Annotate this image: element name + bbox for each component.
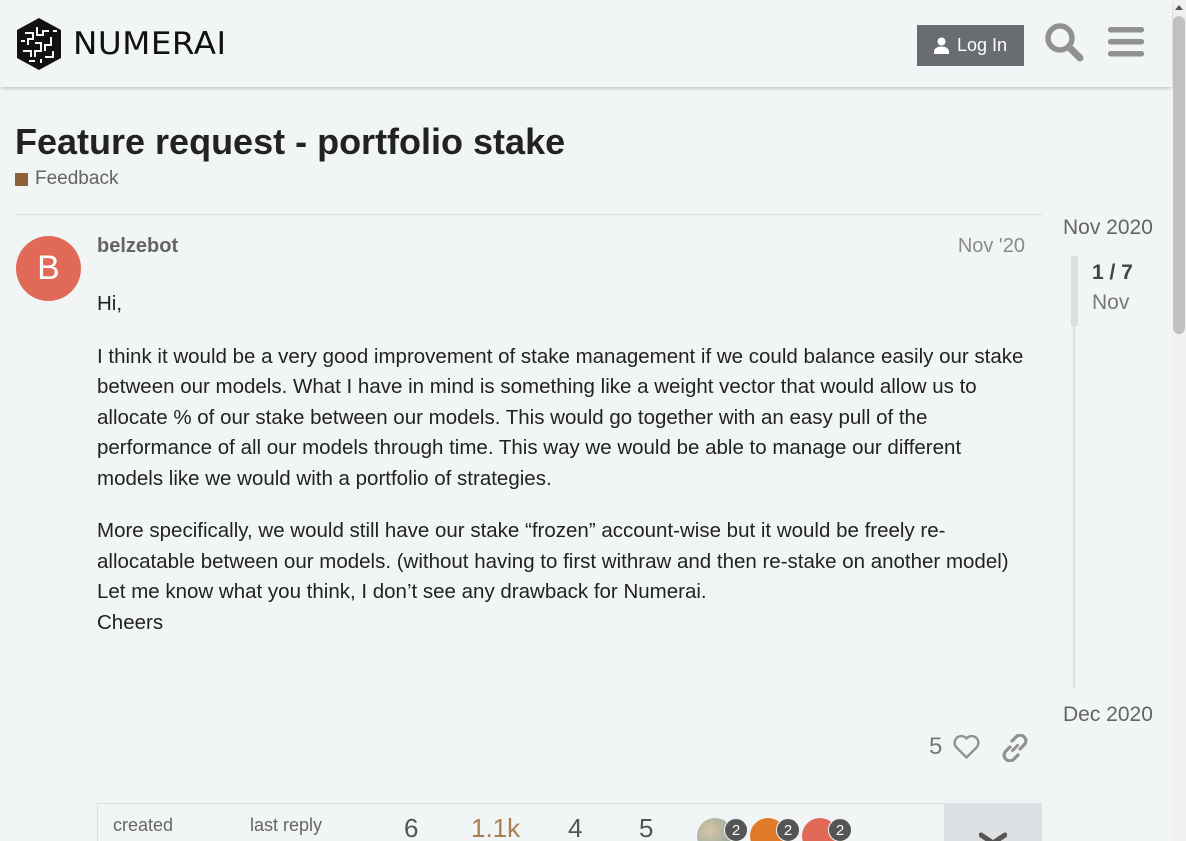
participant-post-count: 2: [776, 818, 800, 841]
views-count: 1.1k: [471, 813, 521, 841]
post-date[interactable]: Nov '20: [958, 235, 1025, 258]
like-count[interactable]: 5: [929, 733, 942, 761]
created-label: created: [113, 815, 174, 835]
post-paragraph: More specifically, we would still have o…: [97, 519, 1009, 573]
scroll-up-arrow-icon[interactable]: [1175, 5, 1183, 10]
post-paragraph: Let me know what you think, I don’t see …: [97, 580, 707, 603]
avatar[interactable]: B: [16, 236, 81, 301]
expand-topic-map-button[interactable]: [944, 803, 1042, 841]
topic-title[interactable]: Feature request - portfolio stake: [15, 121, 565, 163]
scrollbar-thumb[interactable]: [1173, 16, 1185, 334]
last-reply-label: last reply: [250, 815, 323, 835]
timeline-scroller-handle[interactable]: [1071, 256, 1078, 326]
replies-count: 6: [404, 813, 419, 841]
heart-icon: [953, 734, 980, 759]
topic-likes-count: 5: [639, 813, 654, 841]
search-icon: [1045, 23, 1084, 62]
search-button[interactable]: [1043, 20, 1085, 64]
chevron-down-icon: [979, 832, 1007, 841]
numerai-logo-icon: [17, 18, 61, 70]
share-link-button[interactable]: [1001, 733, 1029, 767]
user-icon: [933, 37, 949, 54]
home-logo[interactable]: NUMERAI: [15, 17, 226, 71]
login-label: Log In: [956, 35, 1008, 55]
post-paragraph: I think it would be a very good improvem…: [97, 344, 1024, 490]
post-body: Hi, I think it would be a very good impr…: [97, 289, 1032, 638]
like-button[interactable]: [953, 734, 980, 765]
users-count: 4: [568, 813, 583, 841]
participant-post-count: 2: [724, 818, 748, 841]
category-color-swatch: [15, 172, 28, 186]
timeline-current-date: Nov: [1092, 291, 1130, 314]
brand-name: NUMERAI: [73, 26, 227, 62]
site-header: NUMERAI Log In: [0, 0, 1172, 87]
menu-button[interactable]: [1105, 20, 1147, 64]
login-button[interactable]: Log In: [917, 25, 1024, 66]
post-paragraph: Cheers: [97, 610, 164, 634]
divider: [15, 214, 1042, 215]
timeline-end-date[interactable]: Dec 2020: [1063, 703, 1153, 727]
hamburger-menu-icon: [1108, 27, 1144, 57]
avatar-letter: B: [37, 249, 60, 287]
participant-post-count: 2: [828, 818, 852, 841]
post-username[interactable]: belzebot: [97, 235, 178, 258]
timeline-start-date[interactable]: Nov 2020: [1063, 216, 1153, 240]
post-paragraph: Hi,: [97, 292, 123, 315]
category-badge[interactable]: Feedback: [15, 168, 118, 190]
category-label: Feedback: [35, 168, 119, 189]
link-icon: [1002, 733, 1028, 763]
timeline-position: 1 / 7: [1092, 261, 1133, 284]
